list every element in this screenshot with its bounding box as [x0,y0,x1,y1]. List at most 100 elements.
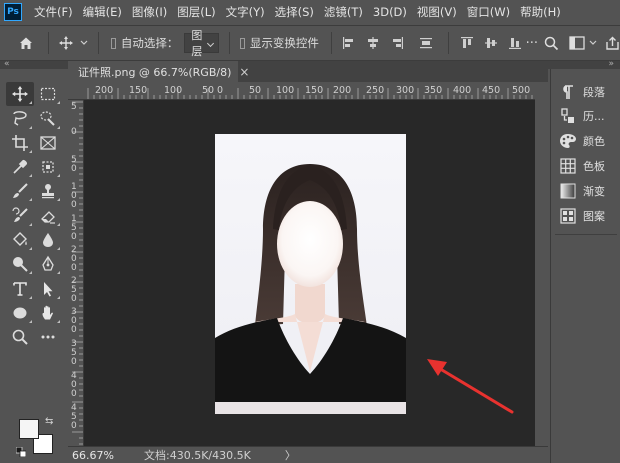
ruler-label: 2 0 0 [71,245,77,273]
ruler-label: 4 5 0 [71,403,77,431]
ruler-label: 1 0 0 [71,182,77,210]
ruler-label: 300 [396,85,415,96]
panel-history[interactable]: 历... [559,106,605,126]
menu-3d[interactable]: 3D(D) [373,5,407,19]
shape-tool[interactable] [6,301,34,325]
menu-file[interactable]: 文件(F) [34,4,73,20]
history-brush-icon [12,207,28,222]
path-select-tool[interactable] [34,276,62,300]
panel-label: 图案 [583,210,605,223]
zoom-tool[interactable] [6,325,34,349]
document-canvas[interactable] [84,100,535,446]
marquee-tool[interactable] [34,82,62,106]
type-tool[interactable] [6,276,34,300]
gradient-icon [559,182,577,200]
ruler-label: 500 [512,85,531,96]
lasso-icon [13,111,27,127]
menu-bar: Ps 文件(F) 编辑(E) 图像(I) 图层(L) 文字(Y) 选择(S) 滤… [0,0,620,24]
ruler-label: 100 [164,85,183,96]
menu-image[interactable]: 图像(I) [132,4,167,20]
distribute-icon[interactable] [419,36,433,50]
patch-tool[interactable] [34,155,62,179]
tools-panel: ⇆ [0,69,66,463]
ruler-label: 250 [366,85,385,96]
search-icon[interactable] [544,36,559,51]
ruler-label: 5 [71,102,77,112]
lasso-tool[interactable] [6,106,34,130]
home-icon[interactable] [18,35,34,51]
vertical-scrollbar[interactable] [535,84,548,446]
rect-marquee-icon [40,88,56,101]
align-top-icon[interactable] [460,36,474,50]
document-tab[interactable]: 证件照.png @ 66.7%(RGB/8) × [68,61,249,82]
workspace-icon[interactable] [569,36,585,50]
status-menu-arrow[interactable]: 〉 [285,447,296,463]
eyedropper-tool[interactable] [6,155,34,179]
history-brush-tool[interactable] [6,203,34,227]
panel-swatches[interactable]: 色板 [559,156,605,176]
stamp-tool[interactable] [34,179,62,203]
share-icon[interactable] [605,36,620,51]
foreground-color-swatch[interactable] [19,419,39,439]
paint-bucket-icon [13,231,27,246]
more-tools-icon [41,335,55,339]
brush-tool[interactable] [6,179,34,203]
panel-label: 渐变 [583,185,605,198]
ruler-label: 400 [453,85,472,96]
document-tab-title: 证件照.png @ 66.7%(RGB/8) [78,65,232,79]
eyedropper-icon [13,160,27,174]
panel-paragraph[interactable]: 段落 [559,82,605,102]
menu-view[interactable]: 视图(V) [417,4,457,20]
zoom-icon [12,329,28,345]
ruler-label: 1 5 0 [71,214,77,242]
pen-tool[interactable] [34,252,62,276]
quick-select-tool[interactable] [34,106,62,130]
menu-select[interactable]: 选择(S) [275,4,314,20]
status-bar: 66.67% 文档:430.5K/430.5K 〉 [68,446,548,463]
dodge-tool[interactable] [6,252,34,276]
edit-toolbar-button[interactable] [34,325,62,349]
align-right-icon[interactable] [390,36,404,50]
swap-colors-icon[interactable]: ⇆ [45,416,53,427]
align-bottom-icon[interactable] [508,36,522,50]
default-colors-icon[interactable] [16,447,26,457]
move-tool[interactable] [6,82,34,107]
close-icon[interactable]: × [239,65,249,79]
paragraph-icon [559,83,577,101]
align-middle-icon[interactable] [484,36,498,50]
hand-tool[interactable] [34,301,62,325]
panel-pattern[interactable]: 图案 [559,206,605,226]
menu-layer[interactable]: 图层(L) [177,4,215,20]
show-transform-checkbox[interactable] [239,37,245,49]
more-options-icon[interactable]: ··· [526,36,538,51]
brush-icon [13,183,28,199]
frame-tool[interactable] [34,131,62,155]
zoom-level-field[interactable]: 66.67% [68,449,138,462]
blur-tool[interactable] [34,228,62,252]
align-left-icon[interactable] [342,36,356,50]
eraser-tool[interactable] [34,203,62,227]
chevron-down-icon[interactable] [589,40,597,46]
menu-edit[interactable]: 编辑(E) [83,4,122,20]
menu-type[interactable]: 文字(Y) [226,4,265,20]
ruler-label: 0 [217,85,224,96]
menu-window[interactable]: 窗口(W) [467,4,510,20]
collapse-panels-icon[interactable]: » [608,59,614,69]
menu-filter[interactable]: 滤镜(T) [324,4,363,20]
auto-select-dropdown[interactable]: 图层 [184,29,220,58]
crop-tool[interactable] [6,131,34,155]
move-tool-preset-icon[interactable] [58,35,74,51]
ruler-label: 3 5 0 [71,339,77,367]
chevron-down-icon[interactable] [80,40,88,46]
align-center-icon[interactable] [366,36,380,50]
menu-help[interactable]: 帮助(H) [520,4,561,20]
auto-select-checkbox[interactable] [110,37,116,49]
paint-bucket-tool[interactable] [6,228,34,252]
collapse-toolbar-icon[interactable]: « [4,59,10,69]
type-icon [13,281,27,296]
panel-color[interactable]: 颜色 [559,131,605,151]
horizontal-ruler[interactable]: 200 150 100 50 0 50 100 150 200 250 300 … [68,84,535,100]
pattern-icon [559,207,577,225]
vertical-ruler[interactable]: 5 0 5 0 1 0 0 1 5 0 2 0 0 2 5 0 3 0 0 3 … [68,100,84,446]
panel-gradient[interactable]: 渐变 [559,181,605,201]
